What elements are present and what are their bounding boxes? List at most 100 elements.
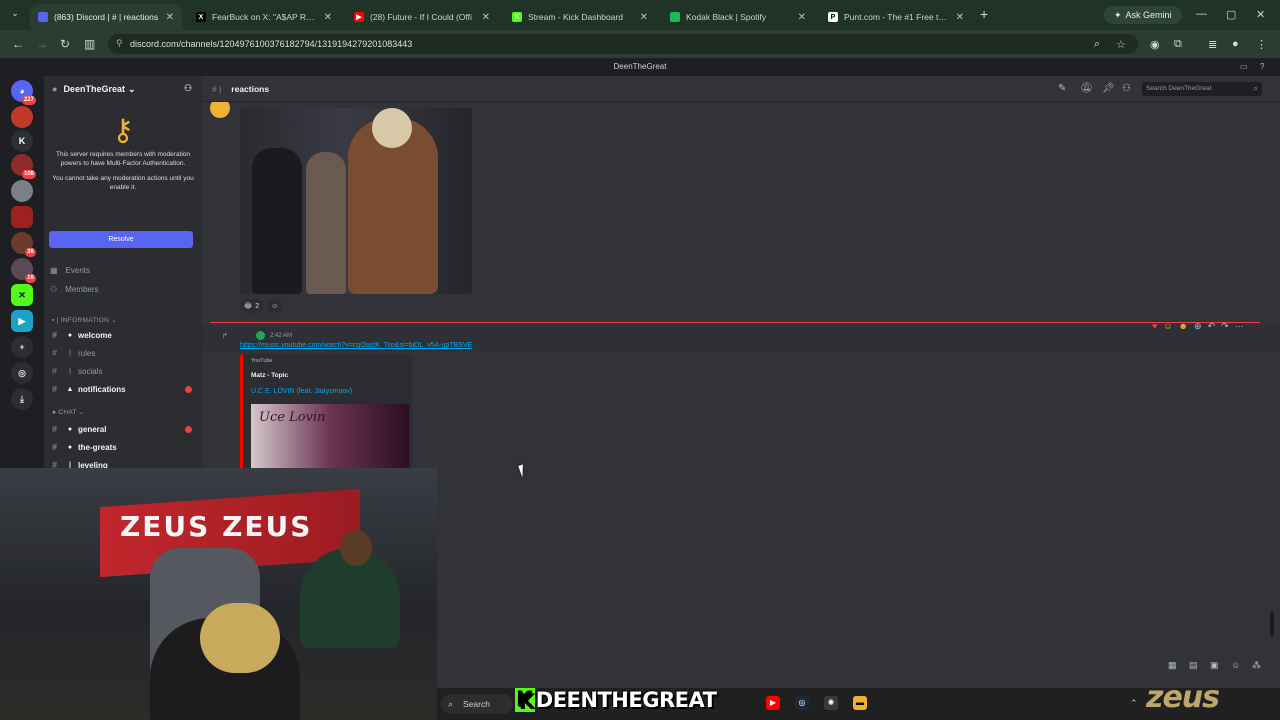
bookmark-star-icon[interactable]: ☆ xyxy=(1116,38,1126,51)
close-tab-icon[interactable]: ✕ xyxy=(166,12,174,23)
close-window-icon[interactable]: ✕ xyxy=(1256,8,1265,21)
browser-tab[interactable]: X FearBuck on X: "A$AP Rocky g ✕ xyxy=(188,4,340,30)
events-label: Events xyxy=(65,266,91,275)
new-tab-button[interactable]: + xyxy=(980,6,988,22)
app-taskbar-icon[interactable]: ✺ xyxy=(824,696,838,710)
new-messages-divider xyxy=(210,322,1260,323)
hash-icon: # xyxy=(52,366,58,376)
add-member-icon[interactable]: ⚇ xyxy=(184,83,192,94)
close-tab-icon[interactable]: ✕ xyxy=(798,12,806,23)
server-icon[interactable] xyxy=(11,180,33,202)
emoji-reaction-icon[interactable]: ☻ xyxy=(1179,321,1188,332)
browser-tab[interactable]: Kodak Black | Spotify ✕ xyxy=(662,4,814,30)
forward-arrow-icon[interactable]: → xyxy=(36,37,48,51)
add-reaction-icon[interactable]: ⊕ xyxy=(1194,321,1202,332)
server-icon[interactable]: 36 xyxy=(11,232,36,257)
add-reaction-button[interactable]: ☺ xyxy=(267,299,283,313)
gift-icon[interactable]: ▦ xyxy=(1168,660,1177,671)
sticker-icon[interactable]: ▣ xyxy=(1210,660,1219,671)
reaction-chip[interactable]: 😂︎ 2 xyxy=(240,299,264,313)
close-tab-icon[interactable]: ✕ xyxy=(482,12,490,23)
member-list-icon[interactable]: ⚇ xyxy=(1122,83,1131,94)
server-icon[interactable]: K xyxy=(11,130,33,152)
embed-author[interactable]: Matz - Topic xyxy=(251,372,288,379)
emoji-reaction-icon[interactable]: ☺ xyxy=(1163,321,1172,332)
emoji-picker-icon[interactable]: ☺ xyxy=(1231,660,1240,670)
members-link[interactable]: ⚇ Members xyxy=(50,285,99,294)
file-explorer-taskbar-icon[interactable]: ▬ xyxy=(853,696,867,710)
channel-leveling[interactable]: # | leveling xyxy=(52,457,198,468)
steam-taskbar-icon[interactable]: ◎ xyxy=(795,696,809,710)
help-icon[interactable]: ? xyxy=(1260,58,1264,76)
browser-tab[interactable]: P Punt.com - The #1 Free to Play ✕ xyxy=(820,4,972,30)
message-hover-toolbar: ♥ ☺ ☻ ⊕ ↶ ↷ ⋯ xyxy=(1152,321,1244,332)
extension-icon[interactable]: ◉ xyxy=(1150,38,1160,51)
channel-rules[interactable]: # | rules xyxy=(52,345,198,361)
youtube-taskbar-icon[interactable]: ▶ xyxy=(766,696,780,710)
heart-emoji-icon[interactable]: ♥ xyxy=(1152,321,1157,332)
sparkle-icon: ✦ xyxy=(1114,9,1122,20)
profile-avatar[interactable]: ● xyxy=(1232,38,1239,50)
threads-icon[interactable]: ✎ xyxy=(1058,83,1066,94)
more-options-icon[interactable]: ⋯ xyxy=(1235,321,1244,332)
direct-messages-icon[interactable]: ◕ 227 xyxy=(11,80,36,105)
channel-the-greats[interactable]: # ● the-greats xyxy=(52,439,198,455)
channel-welcome[interactable]: # ● welcome xyxy=(52,327,198,343)
channel-notifications[interactable]: # ▲ notifications xyxy=(52,381,198,397)
resolve-button[interactable]: Resolve xyxy=(49,231,193,248)
close-tab-icon[interactable]: ✕ xyxy=(956,12,964,23)
minimize-icon[interactable]: — xyxy=(1196,8,1207,20)
channel-general[interactable]: # ● general xyxy=(52,421,198,437)
gif-icon[interactable]: ▤ xyxy=(1189,660,1198,671)
chrome-menu-icon[interactable]: ⋮ xyxy=(1256,38,1267,51)
embed-thumbnail[interactable]: Uce Lovin xyxy=(251,404,409,474)
maximize-icon[interactable]: ▢ xyxy=(1226,8,1236,21)
browser-tab[interactable]: ▶ (28) Future - If I Could (Offi ✕ xyxy=(346,4,498,30)
server-header[interactable]: ● DeenTheGreat ⌄ ⚇ xyxy=(44,76,202,102)
scrollbar[interactable] xyxy=(1270,612,1274,636)
channel-title-text: reactions xyxy=(231,84,270,94)
address-bar[interactable]: ⚲ discord.com/channels/12049761003761827… xyxy=(108,34,1138,54)
downloads-icon[interactable]: ≣ xyxy=(1208,38,1217,51)
server-icon[interactable] xyxy=(11,106,33,128)
embed-title[interactable]: U.C.E. LOVIN (feat. Jaaysmoov) xyxy=(251,388,352,395)
browser-tab[interactable]: (863) Discord | # | reactions ✕ xyxy=(30,4,182,30)
browser-tab[interactable]: K Stream - Kick Dashboard ✕ xyxy=(504,4,656,30)
tray-chevron-icon[interactable]: ⌃ xyxy=(1130,698,1138,709)
server-icon[interactable]: 16 xyxy=(11,258,36,283)
discover-icon[interactable]: ◎ xyxy=(11,362,33,384)
category-chat[interactable]: ● CHAT ⌄ xyxy=(52,408,85,416)
apps-icon[interactable]: ⁂ xyxy=(1252,660,1261,671)
webcam-person xyxy=(340,530,372,566)
server-icon[interactable]: ✕ xyxy=(11,284,33,306)
pinned-messages-icon[interactable]: 📌︎ xyxy=(1102,83,1115,94)
avatar[interactable] xyxy=(210,102,230,118)
close-tab-icon[interactable]: ✕ xyxy=(324,12,332,23)
close-tab-icon[interactable]: ✕ xyxy=(640,12,648,23)
channel-socials[interactable]: # | socials xyxy=(52,363,198,379)
zoom-icon[interactable]: ⌕ xyxy=(1094,38,1100,51)
side-panel-icon[interactable]: ▥ xyxy=(84,37,95,51)
puzzle-icon[interactable]: ⧉ xyxy=(1174,38,1182,51)
tab-search-icon[interactable]: ⌄ xyxy=(6,8,24,24)
category-information[interactable]: ▪ | INFORMATION ⌄ xyxy=(52,316,117,324)
reply-icon[interactable]: ↶ xyxy=(1208,321,1216,332)
server-icon[interactable]: ▶ xyxy=(11,310,33,332)
ask-gemini-button[interactable]: ✦ Ask Gemini xyxy=(1104,6,1182,24)
thumbnail-text: Uce Lovin xyxy=(259,410,326,425)
download-icon[interactable]: ⤓ xyxy=(11,388,33,410)
taskbar-search[interactable]: ⌕ Search xyxy=(441,694,513,714)
inbox-icon[interactable]: ▭ xyxy=(1240,58,1248,76)
notification-settings-icon[interactable]: 🔕︎ xyxy=(1080,83,1093,94)
events-link[interactable]: ▦ Events xyxy=(50,266,90,275)
server-icon[interactable]: 108 xyxy=(11,154,36,179)
message-link[interactable]: https://music.youtube.com/watch?v=cgOast… xyxy=(240,342,472,349)
search-input[interactable]: Search DeenTheGreat ⌕ xyxy=(1142,82,1262,96)
reload-icon[interactable]: ↻ xyxy=(60,37,70,51)
add-server-icon[interactable]: + xyxy=(11,336,33,358)
forward-icon[interactable]: ↷ xyxy=(1221,321,1229,332)
image-attachment[interactable] xyxy=(240,108,472,294)
site-info-icon[interactable]: ⚲ xyxy=(116,38,123,49)
back-arrow-icon[interactable]: ← xyxy=(12,37,24,51)
server-icon[interactable] xyxy=(11,206,33,228)
